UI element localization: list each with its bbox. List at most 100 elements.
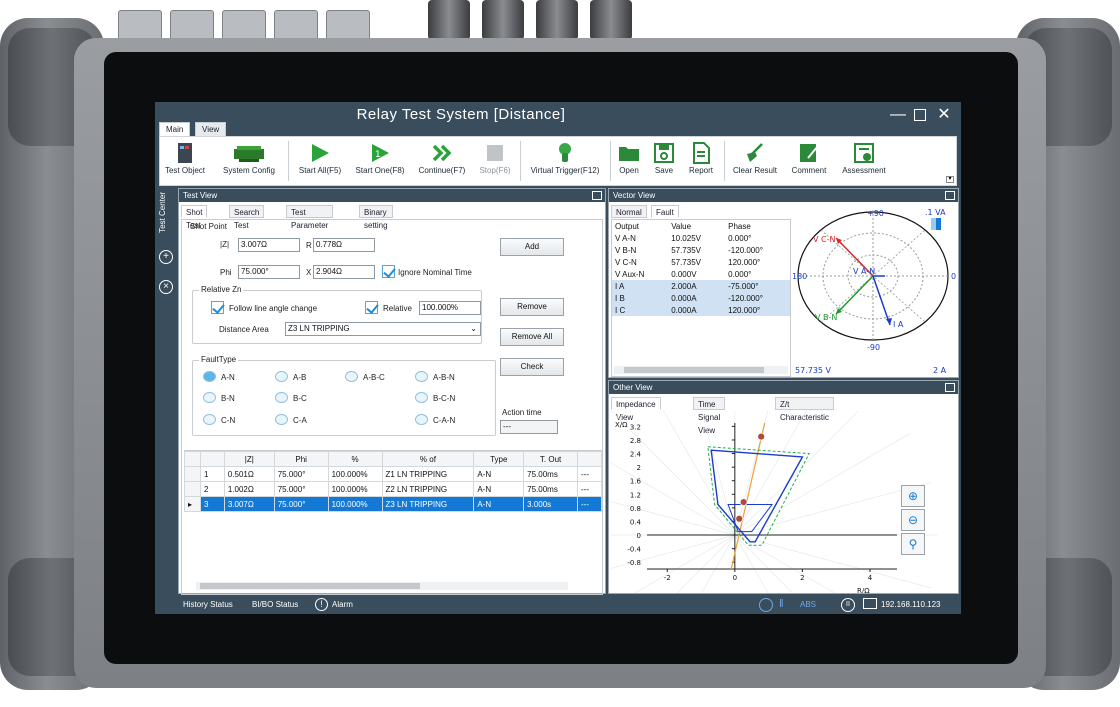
pause-icon[interactable]: II <box>841 598 855 612</box>
zoom-fit-icon[interactable]: ⚲ <box>901 533 925 555</box>
tab-main[interactable]: Main <box>159 122 191 136</box>
table-row[interactable]: 1 0.501Ω 75.000° 100.000% Z1 LN TRIPPING A-N 7… <box>184 466 602 482</box>
add-circle-icon[interactable]: + <box>159 250 173 264</box>
scale-a-label: 2 A <box>933 366 947 375</box>
scrollbar-thumb[interactable] <box>200 583 420 589</box>
system-config-button[interactable]: System Config <box>216 140 282 184</box>
vector-cell: I C <box>612 304 669 316</box>
col-z-header: |Z| <box>223 451 275 467</box>
virtual-trigger-button[interactable]: Virtual Trigger(F12) <box>524 140 606 184</box>
fault-radio-c-a[interactable] <box>275 414 288 425</box>
fault-label-a-b-c: A-B-C <box>363 373 385 382</box>
follow-line-angle-checkbox[interactable] <box>211 301 224 314</box>
vector-row[interactable]: I A 2.000A -75.000° <box>612 280 790 292</box>
check-button[interactable]: Check <box>500 358 564 376</box>
vector-cell: 120.000° <box>725 304 790 316</box>
scale-indicator-fill <box>936 218 941 230</box>
test-object-button[interactable]: Test Object <box>162 140 208 184</box>
assessment-button[interactable]: Assessment <box>834 140 894 184</box>
tab-view[interactable]: View <box>195 122 227 136</box>
tab-time-signal-view[interactable]: Time Signal View <box>693 397 726 435</box>
vector-row[interactable]: V Aux-N 0.000V 0.000° <box>612 268 790 280</box>
angle-label-90: +90 <box>867 209 884 218</box>
col-phi-header: Phi <box>273 451 329 467</box>
fault-radio-a-b-n[interactable] <box>415 371 428 382</box>
tab-test-parameter[interactable]: Test Parameter <box>286 205 334 230</box>
scrollbar-thumb[interactable] <box>624 367 764 373</box>
vector-row[interactable]: V B-N 57.735V -120.000° <box>612 244 790 256</box>
abs-status: ABS <box>800 600 817 609</box>
tab-normal[interactable]: Normal <box>611 205 647 218</box>
table-row[interactable]: 2 1.002Ω 75.000° 100.000% Z2 LN TRIPPING A-N 7… <box>184 481 602 497</box>
tab-binary-setting[interactable]: Binary setting <box>359 205 393 230</box>
open-button[interactable]: Open <box>612 140 646 184</box>
svg-text:1: 1 <box>375 150 381 160</box>
vector-row[interactable]: I B 0.000A -120.000° <box>612 292 790 304</box>
minimize-icon[interactable]: — <box>889 106 907 124</box>
tab-search-test[interactable]: Search Test <box>229 205 265 230</box>
tab-shot-test[interactable]: Shot Test <box>181 205 208 230</box>
fault-radio-c-a-n[interactable] <box>415 414 428 425</box>
history-status[interactable]: History Status <box>183 600 233 609</box>
vector-row[interactable]: I C 0.000A 120.000° <box>612 304 790 316</box>
fault-radio-c-n[interactable] <box>203 414 216 425</box>
vector-cell: I B <box>612 292 669 304</box>
vector-view-header: Vector View <box>609 189 958 202</box>
report-button[interactable]: Report <box>682 140 720 184</box>
start-one-button[interactable]: 1 Start One(F8) <box>350 140 410 184</box>
fault-radio-a-b[interactable] <box>275 371 288 382</box>
tab-fault[interactable]: Fault <box>651 205 679 218</box>
clear-result-button[interactable]: Clear Result <box>726 140 784 184</box>
fault-radio-a-n[interactable] <box>203 371 216 382</box>
vector-row[interactable]: V C-N 57.735V 120.000° <box>612 256 790 268</box>
continue-button[interactable]: Continue(F7) <box>412 140 472 184</box>
remove-circle-icon[interactable]: × <box>159 280 173 294</box>
close-icon[interactable]: ✕ <box>935 106 953 124</box>
distance-area-select[interactable]: Z3 LN TRIPPING ⌄ <box>285 322 481 336</box>
z-input[interactable]: 3.007Ω <box>238 238 300 252</box>
vector-row[interactable]: V A-N 10.025V 0.000° <box>612 232 790 244</box>
maximize-panel-icon[interactable] <box>945 383 955 392</box>
maximize-panel-icon[interactable] <box>945 191 955 200</box>
remove-button[interactable]: Remove <box>500 298 564 316</box>
start-all-button[interactable]: Start All(F5) <box>292 140 348 184</box>
tab-zt-characteristic[interactable]: Z/t Characteristic <box>775 397 834 422</box>
relative-input[interactable]: 100.000% <box>419 301 481 315</box>
table-cell: A-N <box>473 466 525 482</box>
zoom-out-icon[interactable]: ⊖ <box>901 509 925 531</box>
maximize-icon[interactable] <box>911 106 929 124</box>
relative-label: Relative <box>383 304 412 313</box>
system-config-label: System Config <box>222 166 276 175</box>
stop-button[interactable]: Stop(F6) <box>474 140 516 184</box>
save-label: Save <box>654 166 674 175</box>
bibo-status[interactable]: BI/BO Status <box>252 600 298 609</box>
maximize-panel-icon[interactable] <box>592 191 602 200</box>
fault-label-a-b: A-B <box>293 373 307 382</box>
assessment-icon <box>854 143 874 163</box>
phi-input[interactable]: 75.000° <box>238 265 300 279</box>
fault-radio-a-b-c[interactable] <box>345 371 358 382</box>
r-input[interactable]: 0.778Ω <box>313 238 375 252</box>
fault-radio-b-n[interactable] <box>203 392 216 403</box>
zoom-in-icon[interactable]: ⊕ <box>901 485 925 507</box>
y-tick-label: 0.8 <box>630 505 641 513</box>
table-cell: Z1 LN TRIPPING <box>381 466 475 482</box>
add-button[interactable]: Add <box>500 238 564 256</box>
relative-checkbox[interactable] <box>365 301 378 314</box>
save-button[interactable]: Save <box>648 140 680 184</box>
fault-radio-b-c-n[interactable] <box>415 392 428 403</box>
remove-all-button[interactable]: Remove All <box>500 328 564 346</box>
comment-button[interactable]: Comment <box>786 140 832 184</box>
alarm-status[interactable]: Alarm <box>332 600 353 609</box>
ignore-nominal-checkbox[interactable] <box>382 265 395 278</box>
tab-impedance-view[interactable]: Impedance View <box>611 397 661 422</box>
ribbon-collapse-icon[interactable]: ▾ <box>946 176 954 183</box>
table-row[interactable]: ▸ 3 3.007Ω 75.000° 100.000% Z3 LN TRIPPING A-N… <box>184 496 602 512</box>
test-center-label[interactable]: Test Center <box>158 192 167 233</box>
horizontal-scrollbar[interactable] <box>614 366 788 374</box>
x-input[interactable]: 2.904Ω <box>313 265 375 279</box>
fault-radio-b-c[interactable] <box>275 392 288 403</box>
horizontal-scrollbar[interactable] <box>196 582 568 590</box>
test-object-label: Test Object <box>164 166 205 175</box>
status-bar: History Status BI/BO Status ! Alarm ‖ AB… <box>155 596 961 614</box>
